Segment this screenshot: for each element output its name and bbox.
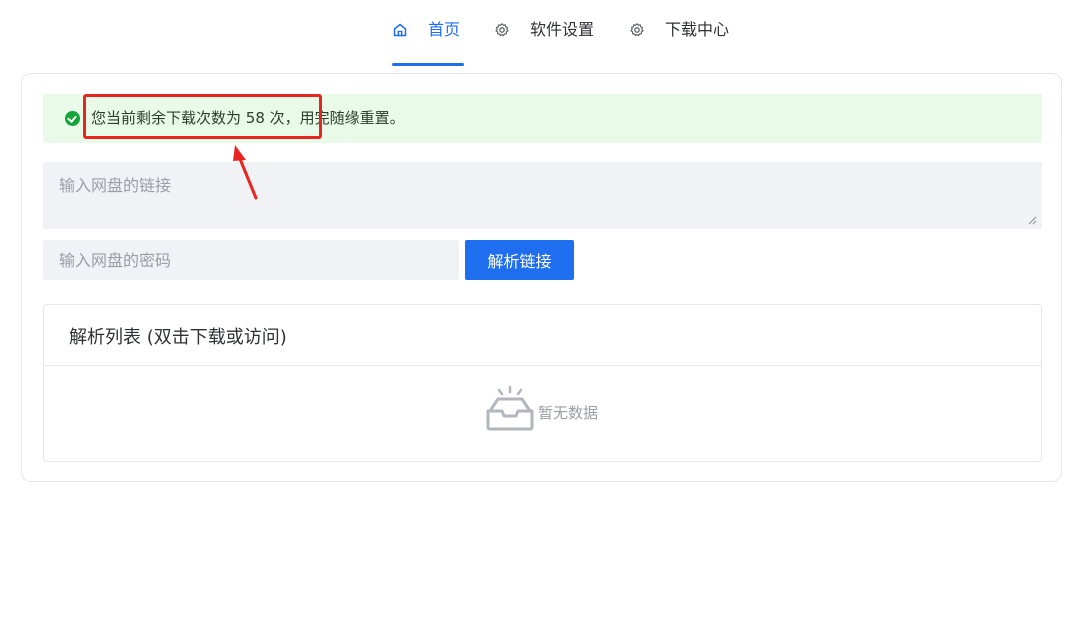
nav-item-label: 下载中心 [665,20,730,39]
remaining-downloads-alert: 您当前剩余下载次数为 58 次，用完随缘重置。 [43,94,1042,143]
resize-handle-icon[interactable] [1027,215,1037,225]
nav-item-home[interactable]: 首页 [392,18,464,68]
annotation-arrow [233,145,258,200]
nav-item-label: 首页 [428,20,461,39]
gear-icon [494,22,510,38]
list-header: 解析列表 (双击下载或访问) [44,305,1041,366]
parse-list-panel: 解析列表 (双击下载或访问) 暂无数据 [43,304,1042,462]
parse-link-button[interactable]: 解析链接 [465,240,574,280]
nav-item-label: 软件设置 [530,20,595,39]
link-input[interactable] [43,162,1042,229]
empty-inbox-icon [486,385,534,431]
list-title: 解析列表 (双击下载或访问) [69,327,287,348]
main-card: 您当前剩余下载次数为 58 次，用完随缘重置。 解析链接 解析列表 (双击下载或… [21,73,1062,482]
gear-icon [629,22,645,38]
nav-item-settings[interactable]: 软件设置 [494,18,604,68]
home-icon [392,22,408,38]
nav-item-download[interactable]: 下载中心 [629,18,739,68]
annotation-highlight-box [83,94,322,139]
empty-state: 暂无数据 [484,384,614,434]
password-input[interactable] [43,240,459,280]
empty-text: 暂无数据 [538,404,599,422]
top-nav: 首页 软件设置 下载中心 [0,0,1080,68]
check-circle-icon [65,111,80,126]
